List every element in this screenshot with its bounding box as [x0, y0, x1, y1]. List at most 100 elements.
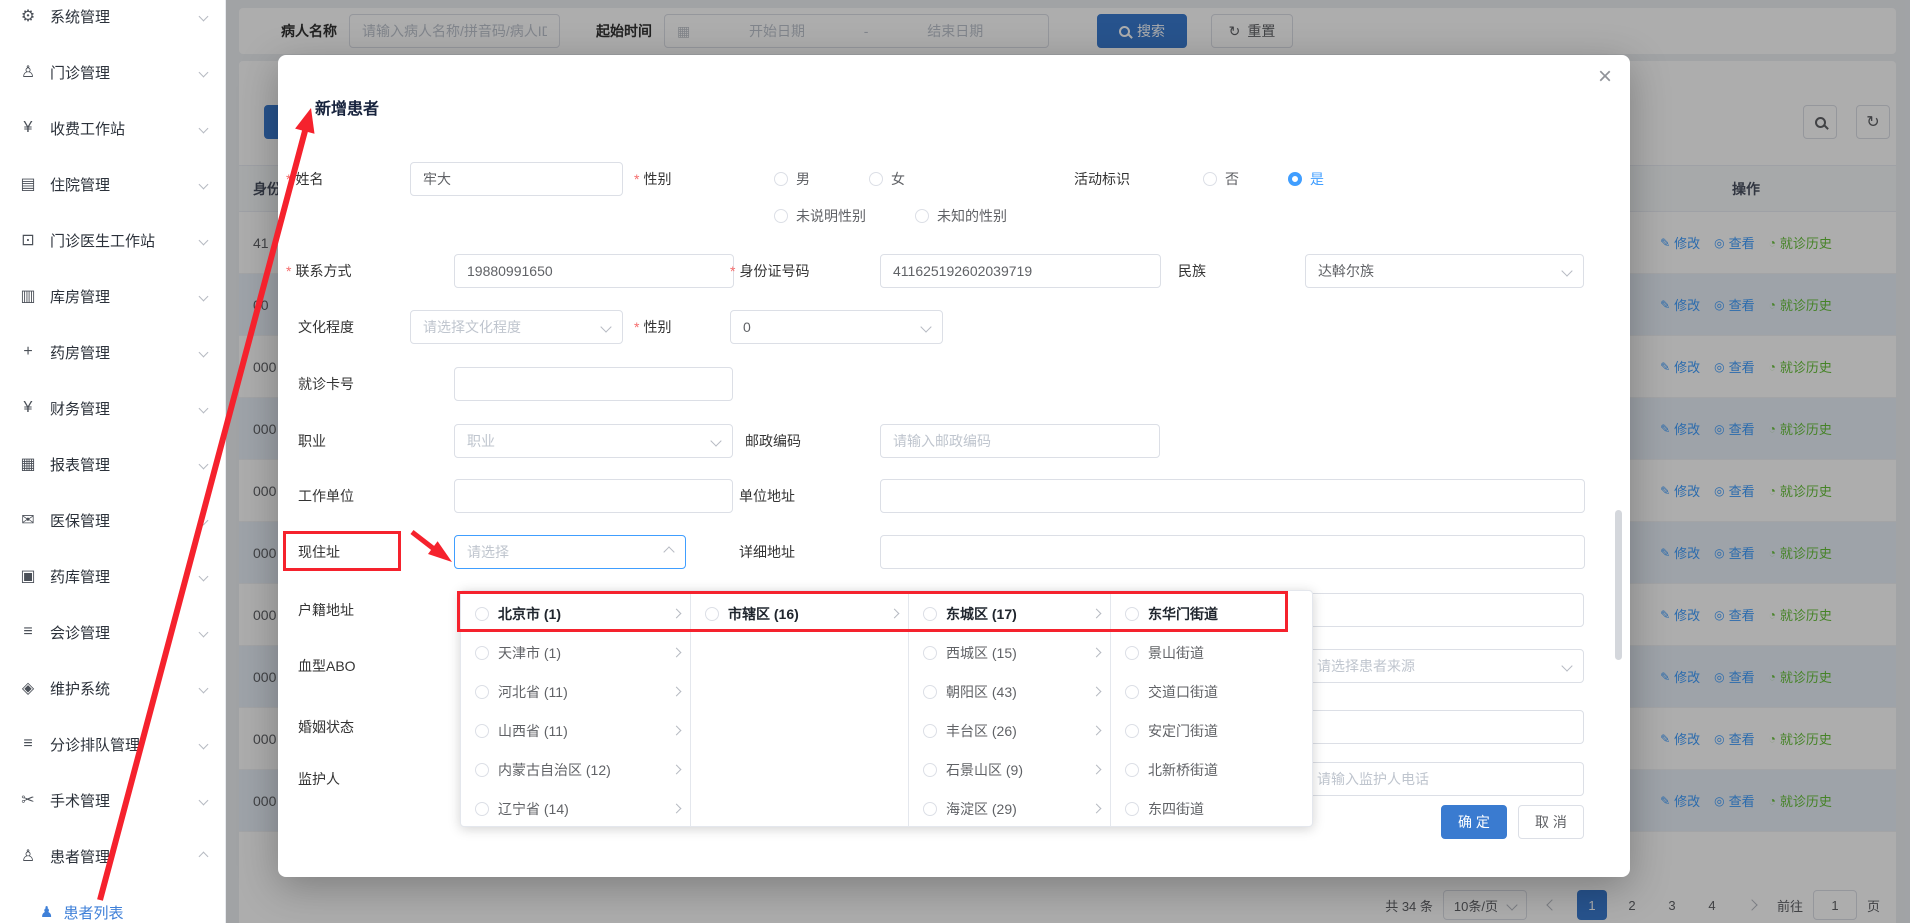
cascader-option[interactable]: 东城区 (17) [909, 594, 1110, 633]
cascader-option[interactable]: 西城区 (15) [909, 633, 1110, 672]
radio-circle-icon [1125, 763, 1139, 777]
cascader-option[interactable]: 北京市 (1) [461, 594, 690, 633]
confirm-button[interactable]: 确 定 [1441, 805, 1507, 839]
chevron-down-icon [199, 347, 209, 357]
marital-extra-input[interactable] [1304, 710, 1584, 744]
cascader-option[interactable]: 天津市 (1) [461, 633, 690, 672]
sidebar-menu: ⚙ 系统管理 ♙ 门诊管理 ¥ 收费工作站 ▤ 住院管理 ⊡ 门诊医生工作站 ▥ [0, 0, 225, 884]
consultation-list-icon: ≡ [18, 623, 38, 641]
radio-circle-icon [1125, 685, 1139, 699]
radio-circle-icon [923, 724, 937, 738]
contact-label: *联系方式 [286, 254, 351, 288]
patient-list-icon: ♟ [40, 903, 53, 921]
sidebar-item[interactable]: ≡ 分诊排队管理 [0, 716, 225, 772]
sidebar-item[interactable]: ¥ 收费工作站 [0, 100, 225, 156]
gender-radio-male[interactable]: 男 [774, 162, 810, 196]
insurance-mail-icon: ✉ [18, 510, 38, 530]
cascader-option[interactable]: 丰台区 (26) [909, 711, 1110, 750]
detail-address-input[interactable] [880, 535, 1585, 569]
cascader-option-label: 辽宁省 (14) [498, 799, 664, 819]
cascader-option-label: 东华门街道 [1148, 604, 1288, 624]
cascader-option-label: 天津市 (1) [498, 643, 664, 663]
cascader-option[interactable]: 石景山区 (9) [909, 750, 1110, 789]
cascader-option[interactable]: 辽宁省 (14) [461, 789, 690, 826]
contact-input[interactable] [454, 254, 734, 288]
sidebar-item-patient-list[interactable]: ♟ 患者列表 [0, 884, 225, 923]
sidebar-item[interactable]: ≡ 会诊管理 [0, 604, 225, 660]
modal-scrollbar-thumb[interactable] [1615, 510, 1622, 660]
radio-circle-icon [869, 172, 883, 186]
warehouse-book-icon: ▥ [18, 286, 38, 306]
gender-radio-unknown[interactable]: 未知的性别 [915, 199, 1007, 233]
card-no-input[interactable] [454, 367, 733, 401]
occupation-select[interactable]: 职业 [454, 424, 733, 458]
cascader-option[interactable]: 北新桥街道 [1111, 750, 1313, 789]
gender-radio-unstated[interactable]: 未说明性别 [774, 199, 866, 233]
marital-status-label: 婚姻状态 [298, 710, 354, 744]
surgery-scissors-icon: ✂ [18, 790, 38, 810]
sidebar-item[interactable]: ⊡ 门诊医生工作站 [0, 212, 225, 268]
cascader-option[interactable]: 朝阳区 (43) [909, 672, 1110, 711]
sidebar-item[interactable]: + 药房管理 [0, 324, 225, 380]
sidebar-item[interactable]: ✂ 手术管理 [0, 772, 225, 828]
sidebar-item[interactable]: ¥ 财务管理 [0, 380, 225, 436]
cascader-option[interactable]: 市辖区 (16) [691, 594, 908, 633]
sidebar-item[interactable]: ▣ 药库管理 [0, 548, 225, 604]
cancel-button[interactable]: 取 消 [1518, 805, 1584, 839]
chevron-down-icon [199, 851, 209, 861]
chevron-right-icon [672, 804, 682, 814]
chevron-down-icon [199, 291, 209, 301]
radio-circle-icon [1125, 802, 1139, 816]
active-flag-radio-no[interactable]: 否 [1203, 162, 1239, 196]
outpatient-people-icon: ♙ [18, 62, 38, 82]
cascader-option[interactable]: 交道口街道 [1111, 672, 1313, 711]
sidebar-item[interactable]: ▥ 库房管理 [0, 268, 225, 324]
cascader-option[interactable]: 内蒙古自治区 (12) [461, 750, 690, 789]
education-select[interactable]: 请选择文化程度 [410, 310, 623, 344]
id-number-input[interactable] [880, 254, 1161, 288]
gender-radio-female[interactable]: 女 [869, 162, 905, 196]
name-input[interactable] [410, 162, 623, 196]
gender2-select[interactable]: 0 [730, 310, 943, 344]
sidebar-item[interactable]: ✉ 医保管理 [0, 492, 225, 548]
close-icon[interactable]: × [1598, 65, 1612, 89]
cascader-option[interactable]: 景山街道 [1111, 633, 1313, 672]
work-unit-input[interactable] [454, 479, 733, 513]
chevron-right-icon [672, 726, 682, 736]
current-address-select[interactable]: 请选择 [454, 535, 686, 569]
cascader-option[interactable]: 东华门街道 [1111, 594, 1313, 633]
sidebar-item[interactable]: ♙ 患者管理 [0, 828, 225, 884]
sidebar-item[interactable]: ◈ 维护系统 [0, 660, 225, 716]
postal-code-input[interactable] [880, 424, 1160, 458]
cascader-option-label: 山西省 (11) [498, 721, 664, 741]
cascader-option-label: 交道口街道 [1148, 682, 1288, 702]
active-flag-radio-yes[interactable]: 是 [1288, 162, 1324, 196]
cascader-option-label: 安定门街道 [1148, 721, 1288, 741]
guardian-label: 监护人 [298, 762, 340, 796]
card-no-label: 就诊卡号 [298, 367, 354, 401]
cascader-option-label: 丰台区 (26) [946, 721, 1084, 741]
gender2-label: *性别 [634, 310, 671, 344]
unit-address-input[interactable] [880, 479, 1585, 513]
sidebar-item[interactable]: ▤ 住院管理 [0, 156, 225, 212]
guardian-phone-input[interactable] [1304, 762, 1584, 796]
chevron-up-icon [663, 546, 674, 557]
radio-circle-icon [1125, 724, 1139, 738]
cascader-option[interactable]: 海淀区 (29) [909, 789, 1110, 826]
household-detail-input[interactable] [1304, 593, 1584, 627]
cascader-option[interactable]: 东四街道 [1111, 789, 1313, 826]
cascader-option[interactable]: 安定门街道 [1111, 711, 1313, 750]
sidebar-item[interactable]: ⚙ 系统管理 [0, 0, 225, 44]
unit-address-label: 单位地址 [739, 479, 795, 513]
cascader-option[interactable]: 山西省 (11) [461, 711, 690, 750]
chevron-down-icon [199, 235, 209, 245]
chevron-right-icon [1092, 804, 1102, 814]
sidebar-item[interactable]: ▦ 报表管理 [0, 436, 225, 492]
sidebar-item[interactable]: ♙ 门诊管理 [0, 44, 225, 100]
ethnicity-select[interactable]: 达斡尔族 [1305, 254, 1584, 288]
patient-source-select[interactable]: 请选择患者来源 [1304, 649, 1584, 683]
cascader-option[interactable]: 河北省 (11) [461, 672, 690, 711]
chevron-right-icon [672, 609, 682, 619]
radio-circle-icon [774, 209, 788, 223]
blood-type-label: 血型ABO [298, 649, 356, 683]
